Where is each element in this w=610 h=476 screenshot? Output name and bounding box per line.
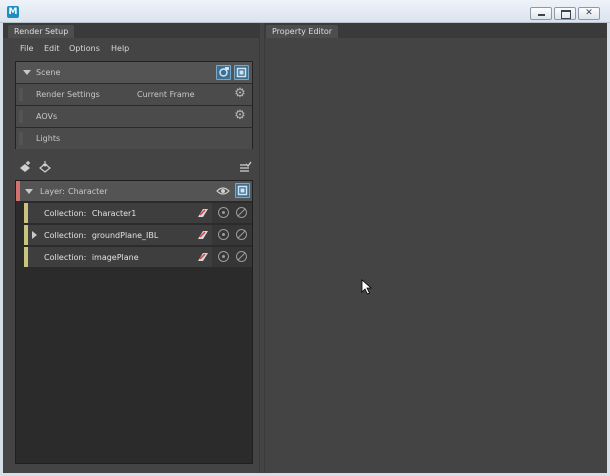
- layer-color-swatch: [16, 181, 20, 201]
- override-icon[interactable]: [197, 207, 209, 219]
- mouse-cursor-icon: [361, 279, 373, 295]
- collection-prefix: Collection:: [44, 253, 87, 262]
- window-client: Render Setup File Edit Options Help Scen…: [3, 23, 607, 473]
- layer-toolbar: [15, 158, 253, 178]
- scene-header[interactable]: Scene: [16, 62, 252, 83]
- collection-label: Collection: groundPlane_IBL: [44, 231, 158, 240]
- collapse-arrow-icon[interactable]: [23, 70, 31, 75]
- drag-handle-icon[interactable]: [19, 110, 23, 123]
- layer-render-icon[interactable]: [235, 183, 250, 198]
- collection-name: groundPlane_IBL: [91, 231, 159, 240]
- menu-options[interactable]: Options: [69, 44, 100, 53]
- eye-icon[interactable]: [216, 184, 231, 199]
- isolate-icon[interactable]: [218, 229, 229, 240]
- gear-icon[interactable]: ⚙: [233, 109, 247, 123]
- layer-prefix: Layer:: [40, 187, 65, 196]
- menu-edit[interactable]: Edit: [44, 44, 60, 53]
- collection-color-swatch: [24, 203, 28, 223]
- disable-icon[interactable]: [236, 207, 247, 218]
- render-settings-row[interactable]: Render Settings Current Frame ⚙: [16, 84, 252, 105]
- scene-label: Scene: [36, 68, 61, 77]
- isolate-icon[interactable]: [218, 251, 229, 262]
- scene-visibility-icon[interactable]: [216, 65, 231, 80]
- expand-arrow-icon[interactable]: [32, 231, 37, 239]
- close-button[interactable]: [578, 7, 600, 20]
- collection-row[interactable]: Collection: groundPlane_IBL: [24, 225, 252, 245]
- aovs-row[interactable]: AOVs ⚙: [16, 106, 252, 127]
- menu-help[interactable]: Help: [111, 44, 129, 53]
- drag-handle-icon[interactable]: [19, 132, 23, 145]
- property-editor-tabbar: Property Editor: [264, 23, 607, 38]
- collection-name: Character1: [91, 209, 137, 218]
- gear-icon[interactable]: ⚙: [233, 87, 247, 101]
- render-settings-value: Current Frame: [137, 90, 195, 99]
- collection-tools: [212, 247, 252, 267]
- property-editor-area: [264, 38, 607, 473]
- tab-property-editor[interactable]: Property Editor: [266, 25, 339, 38]
- aovs-label: AOVs: [36, 112, 58, 121]
- create-layer-icon[interactable]: [18, 160, 32, 174]
- minimize-button[interactable]: [530, 7, 552, 20]
- override-icon[interactable]: [197, 251, 209, 263]
- import-icon[interactable]: [38, 160, 52, 174]
- disable-icon[interactable]: [236, 251, 247, 262]
- lights-label: Lights: [36, 134, 61, 143]
- collection-row[interactable]: Collection: imagePlane: [24, 247, 252, 267]
- collection-tools: [212, 225, 252, 245]
- layers-list: Layer: Character Collection: Character1: [15, 180, 253, 464]
- maya-icon: M: [7, 6, 19, 18]
- disable-icon[interactable]: [236, 229, 247, 240]
- collection-prefix: Collection:: [44, 209, 87, 218]
- tab-render-setup[interactable]: Render Setup: [8, 25, 75, 38]
- window-titlebar: M: [0, 0, 610, 23]
- layer-name: Character: [68, 187, 108, 196]
- render-settings-label: Render Settings: [36, 90, 100, 99]
- checklist-icon[interactable]: [238, 160, 252, 174]
- isolate-icon[interactable]: [218, 207, 229, 218]
- collection-color-swatch: [24, 247, 28, 267]
- layer-row[interactable]: Layer: Character: [16, 181, 252, 201]
- collection-tools: [212, 203, 252, 223]
- maximize-button[interactable]: [554, 7, 576, 20]
- property-editor-panel: Property Editor: [264, 23, 607, 473]
- menu-file[interactable]: File: [20, 44, 33, 53]
- drag-handle-icon[interactable]: [19, 88, 23, 101]
- collection-label: Collection: imagePlane: [44, 253, 139, 262]
- override-icon[interactable]: [197, 229, 209, 241]
- collection-prefix: Collection:: [44, 231, 87, 240]
- collection-color-swatch: [24, 225, 28, 245]
- render-setup-tabbar: Render Setup: [3, 23, 259, 38]
- scene-render-icon[interactable]: [234, 65, 249, 80]
- collection-name: imagePlane: [91, 253, 139, 262]
- collection-row[interactable]: Collection: Character1: [24, 203, 252, 223]
- collapse-arrow-icon[interactable]: [25, 189, 33, 194]
- collection-label: Collection: Character1: [44, 209, 136, 218]
- lights-row[interactable]: Lights: [16, 128, 252, 149]
- scene-section: Scene Render Settings Current Frame ⚙ AO…: [15, 61, 253, 149]
- menu-bar: File Edit Options Help: [3, 38, 259, 61]
- render-setup-panel: Render Setup File Edit Options Help Scen…: [3, 23, 259, 473]
